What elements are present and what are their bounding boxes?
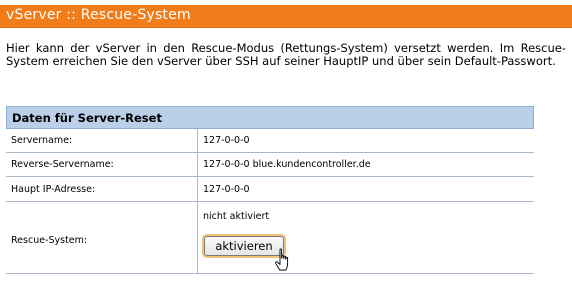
row-value: 127-0-0-0 xyxy=(203,135,250,146)
pointer-hand-icon xyxy=(275,248,289,271)
table-row-reverse-servername: Reverse-Servername: 127-0-0-0 blue.kunde… xyxy=(6,153,534,177)
server-reset-panel: Daten für Server-Reset Servername: 127-0… xyxy=(6,106,534,276)
intro-text: Hier kann der vServer in den Rescue-Modu… xyxy=(6,41,566,68)
rescue-status: nicht aktiviert xyxy=(203,211,270,222)
column-divider xyxy=(197,153,198,176)
row-value: 127-0-0-0 blue.kundencontroller.de xyxy=(203,159,371,170)
table-row-servername: Servername: 127-0-0-0 xyxy=(6,129,534,153)
page-header-bar: vServer :: Rescue-System xyxy=(0,5,572,28)
row-label: Rescue-System: xyxy=(11,235,88,246)
panel-title: Daten für Server-Reset xyxy=(12,111,162,125)
column-divider xyxy=(197,129,198,152)
activate-rescue-button[interactable]: aktivieren xyxy=(204,236,284,256)
row-value: 127-0-0-0 xyxy=(203,184,250,195)
page-title: vServer :: Rescue-System xyxy=(6,7,191,23)
row-label: Servername: xyxy=(11,135,73,146)
column-divider xyxy=(197,177,198,201)
column-divider xyxy=(197,202,198,273)
table-row-haupt-ip: Haupt IP-Adresse: 127-0-0-0 xyxy=(6,177,534,202)
row-label: Reverse-Servername: xyxy=(11,159,114,170)
row-label: Haupt IP-Adresse: xyxy=(11,184,96,195)
panel-header: Daten für Server-Reset xyxy=(6,106,534,129)
